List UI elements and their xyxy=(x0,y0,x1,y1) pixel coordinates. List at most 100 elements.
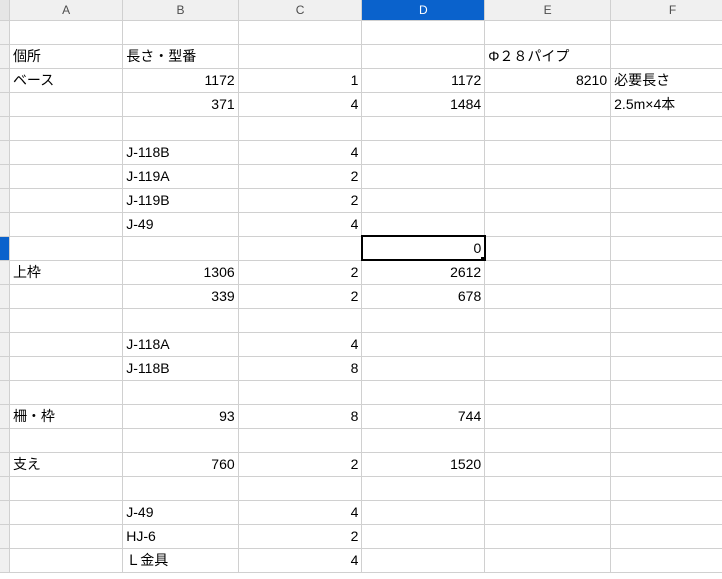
cell-B1[interactable] xyxy=(123,20,238,44)
row-header-11[interactable] xyxy=(0,260,9,284)
row-header-1[interactable] xyxy=(0,20,9,44)
row-header-8[interactable] xyxy=(0,188,9,212)
row-header-5[interactable] xyxy=(0,116,9,140)
cell-F9[interactable] xyxy=(611,212,722,236)
row-header-14[interactable] xyxy=(0,332,9,356)
cell-D12[interactable]: 678 xyxy=(362,284,485,308)
cell-A10[interactable] xyxy=(9,236,122,260)
cell-E11[interactable] xyxy=(485,260,611,284)
cell-C12[interactable]: 2 xyxy=(238,284,362,308)
cell-A4[interactable] xyxy=(9,92,122,116)
cell-B21[interactable]: J-49 xyxy=(123,500,238,524)
cell-A15[interactable] xyxy=(9,356,122,380)
cell-D10[interactable]: 0 xyxy=(362,236,485,260)
cell-A7[interactable] xyxy=(9,164,122,188)
cell-F7[interactable] xyxy=(611,164,722,188)
cell-E16[interactable] xyxy=(485,380,611,404)
cell-F17[interactable] xyxy=(611,404,722,428)
row-header-13[interactable] xyxy=(0,308,9,332)
row-header-3[interactable] xyxy=(0,68,9,92)
row-header-19[interactable] xyxy=(0,452,9,476)
cell-D17[interactable]: 744 xyxy=(362,404,485,428)
cell-D7[interactable] xyxy=(362,164,485,188)
cell-B16[interactable] xyxy=(123,380,238,404)
cell-E21[interactable] xyxy=(485,500,611,524)
cell-C10[interactable] xyxy=(238,236,362,260)
cell-B22[interactable]: HJ-6 xyxy=(123,524,238,548)
cell-A1[interactable] xyxy=(9,20,122,44)
cell-C7[interactable]: 2 xyxy=(238,164,362,188)
row-header-18[interactable] xyxy=(0,428,9,452)
cell-E7[interactable] xyxy=(485,164,611,188)
cell-B11[interactable]: 1306 xyxy=(123,260,238,284)
cell-E23[interactable] xyxy=(485,548,611,572)
cell-F4[interactable]: 2.5m×4本 xyxy=(611,92,722,116)
cell-C3[interactable]: 1 xyxy=(238,68,362,92)
row-header-4[interactable] xyxy=(0,92,9,116)
cell-B4[interactable]: 371 xyxy=(123,92,238,116)
cell-B13[interactable] xyxy=(123,308,238,332)
row-header-15[interactable] xyxy=(0,356,9,380)
cell-E2[interactable]: Φ２８パイプ xyxy=(485,44,611,68)
cell-D11[interactable]: 2612 xyxy=(362,260,485,284)
cell-C5[interactable] xyxy=(238,116,362,140)
cell-E5[interactable] xyxy=(485,116,611,140)
cell-A9[interactable] xyxy=(9,212,122,236)
row-header-17[interactable] xyxy=(0,404,9,428)
cell-E9[interactable] xyxy=(485,212,611,236)
row-header-20[interactable] xyxy=(0,476,9,500)
cell-C16[interactable] xyxy=(238,380,362,404)
cell-F22[interactable] xyxy=(611,524,722,548)
cell-C21[interactable]: 4 xyxy=(238,500,362,524)
cell-A8[interactable] xyxy=(9,188,122,212)
cell-B15[interactable]: J-118B xyxy=(123,356,238,380)
cell-C20[interactable] xyxy=(238,476,362,500)
cell-A23[interactable] xyxy=(9,548,122,572)
cell-C1[interactable] xyxy=(238,20,362,44)
cell-A13[interactable] xyxy=(9,308,122,332)
cell-F18[interactable] xyxy=(611,428,722,452)
row-header-10[interactable] xyxy=(0,236,9,260)
cell-A16[interactable] xyxy=(9,380,122,404)
cell-E22[interactable] xyxy=(485,524,611,548)
cell-D19[interactable]: 1520 xyxy=(362,452,485,476)
cell-C14[interactable]: 4 xyxy=(238,332,362,356)
cell-A6[interactable] xyxy=(9,140,122,164)
cell-F23[interactable] xyxy=(611,548,722,572)
cell-A11[interactable]: 上枠 xyxy=(9,260,122,284)
cell-D1[interactable] xyxy=(362,20,485,44)
row-header-6[interactable] xyxy=(0,140,9,164)
corner-cell[interactable] xyxy=(0,0,9,20)
cell-F8[interactable] xyxy=(611,188,722,212)
spreadsheet-grid[interactable]: ABCDEF 個所長さ・型番Φ２８パイプベース1172111728210必要長さ… xyxy=(0,0,722,579)
cell-F14[interactable] xyxy=(611,332,722,356)
cell-D14[interactable] xyxy=(362,332,485,356)
cell-D21[interactable] xyxy=(362,500,485,524)
col-header-D[interactable]: D xyxy=(362,0,485,20)
row-header-7[interactable] xyxy=(0,164,9,188)
cell-F12[interactable] xyxy=(611,284,722,308)
cell-B10[interactable] xyxy=(123,236,238,260)
cell-F2[interactable] xyxy=(611,44,722,68)
cell-A17[interactable]: 柵・枠 xyxy=(9,404,122,428)
cell-F21[interactable] xyxy=(611,500,722,524)
cell-C4[interactable]: 4 xyxy=(238,92,362,116)
row-header-12[interactable] xyxy=(0,284,9,308)
cell-A2[interactable]: 個所 xyxy=(9,44,122,68)
cell-E3[interactable]: 8210 xyxy=(485,68,611,92)
cell-E20[interactable] xyxy=(485,476,611,500)
row-header-23[interactable] xyxy=(0,548,9,572)
cell-D18[interactable] xyxy=(362,428,485,452)
cell-C15[interactable]: 8 xyxy=(238,356,362,380)
cell-B14[interactable]: J-118A xyxy=(123,332,238,356)
cell-E17[interactable] xyxy=(485,404,611,428)
cell-E6[interactable] xyxy=(485,140,611,164)
cell-F19[interactable] xyxy=(611,452,722,476)
cell-E1[interactable] xyxy=(485,20,611,44)
cell-C23[interactable]: 4 xyxy=(238,548,362,572)
cell-B3[interactable]: 1172 xyxy=(123,68,238,92)
cell-B2[interactable]: 長さ・型番 xyxy=(123,44,238,68)
cell-B8[interactable]: J-119B xyxy=(123,188,238,212)
cell-D13[interactable] xyxy=(362,308,485,332)
cell-C19[interactable]: 2 xyxy=(238,452,362,476)
